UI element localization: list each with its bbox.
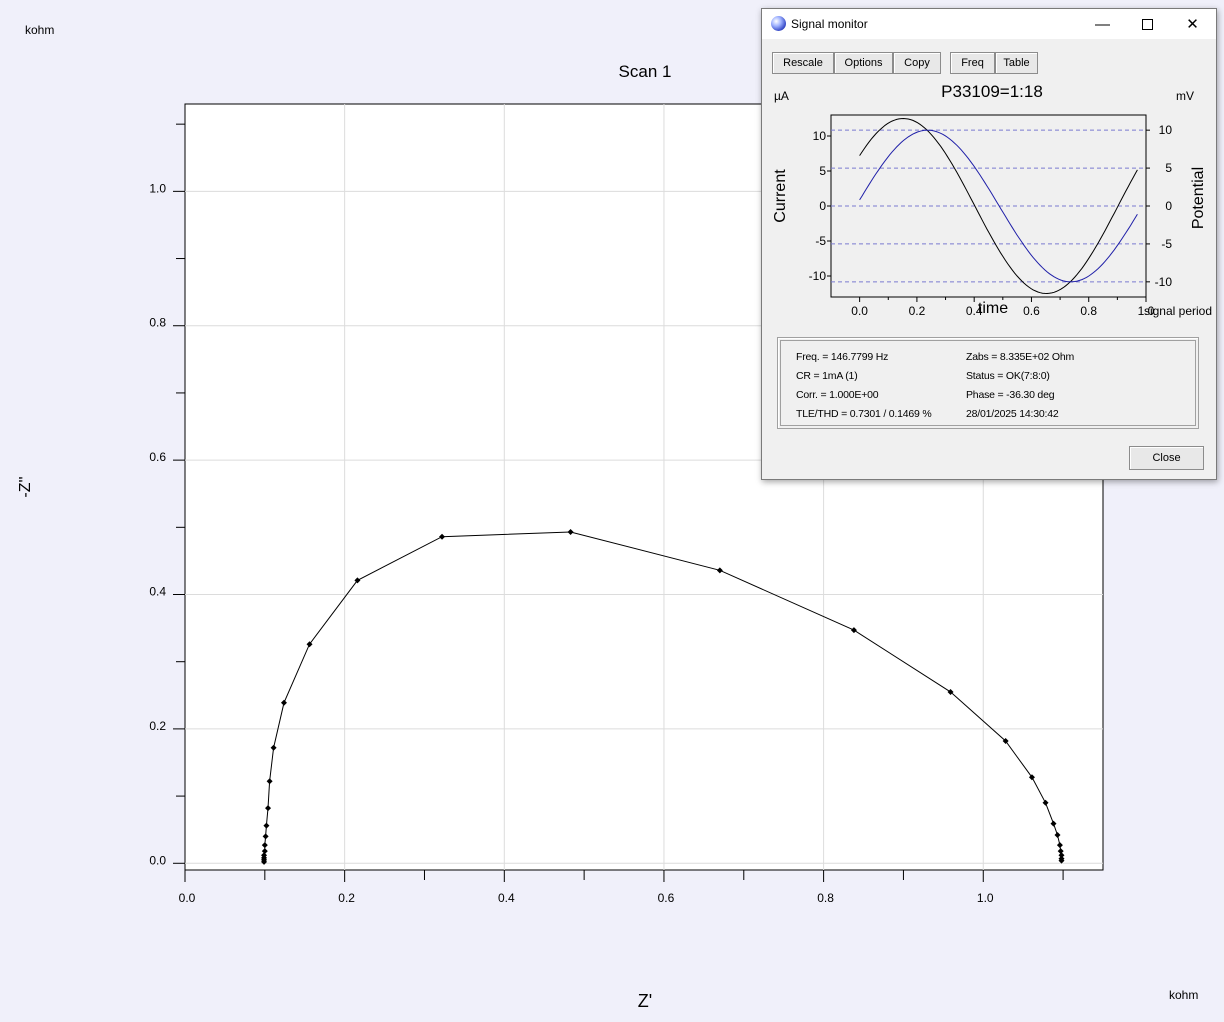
status-readout: Status = OK(7:8:0): [966, 370, 1050, 382]
maximize-button[interactable]: [1125, 9, 1170, 39]
close-icon: ✕: [1186, 16, 1199, 33]
signal-x-tick-label: 0.4: [966, 304, 983, 318]
timestamp-readout: 28/01/2025 14:30:42: [966, 408, 1059, 420]
x-tick-label: 0.0: [179, 891, 196, 905]
maximize-icon: [1142, 18, 1153, 30]
table-button[interactable]: Table: [995, 52, 1038, 74]
y-tick-label: 0.0: [149, 853, 166, 867]
signal-x-tick-label: 0.6: [1023, 304, 1040, 318]
toolbar: Rescale Options Copy Freq Table: [762, 39, 1216, 87]
signal-right-tick-label: -10: [1155, 275, 1173, 289]
corr-readout: Corr. = 1.000E+00: [796, 389, 879, 401]
signal-right-tick-label: 0: [1165, 199, 1172, 213]
x-tick-label: 0.2: [338, 891, 355, 905]
options-button[interactable]: Options: [834, 52, 893, 74]
signal-chart: 0.0 0.2 0.4 0.6 0.8 1.0 10 5 0 -5 -10 10 5 0 -5 -10: [809, 114, 1173, 318]
signal-left-tick-label: 0: [819, 199, 826, 213]
x-tick-label: 0.8: [817, 891, 834, 905]
y-tick-label: 1.0: [149, 181, 166, 195]
phase-readout: Phase = -36.30 deg: [966, 389, 1055, 401]
close-window-button[interactable]: ✕: [1170, 9, 1215, 39]
signal-left-tick-label: -5: [815, 234, 826, 248]
signal-monitor-window[interactable]: Signal monitor — ✕ Rescale Options Copy …: [761, 8, 1217, 480]
x-tick-label: 0.4: [498, 891, 515, 905]
signal-left-tick-label: 5: [819, 164, 826, 178]
minimize-button[interactable]: —: [1080, 9, 1125, 39]
window-title: Signal monitor: [791, 17, 868, 31]
x-tick-label: 0.6: [658, 891, 675, 905]
signal-axes: 0.0 0.2 0.4 0.6 0.8 1.0 10 5 0 -5 -10 10 5 0 -5 -10: [809, 123, 1173, 318]
freq-button[interactable]: Freq: [950, 52, 995, 74]
info-panel: Freq. = 146.7799 Hz CR = 1mA (1) Corr. =…: [777, 337, 1199, 429]
x-tick-label: 1.0: [977, 891, 994, 905]
title-bar[interactable]: Signal monitor — ✕: [762, 9, 1216, 39]
signal-left-tick-label: 10: [813, 129, 827, 143]
y-tick-label: 0.4: [149, 585, 166, 599]
signal-right-tick-label: -5: [1161, 237, 1172, 251]
freq-readout: Freq. = 146.7799 Hz: [796, 351, 889, 363]
cr-readout: CR = 1mA (1): [796, 370, 858, 382]
y-tick-label: 0.6: [149, 450, 166, 464]
minimize-icon: —: [1095, 15, 1110, 33]
tle-thd-readout: TLE/THD = 0.7301 / 0.1469 %: [796, 408, 932, 420]
signal-grid: [831, 129, 1146, 283]
signal-x-tick-label: 0.0: [851, 304, 868, 318]
signal-x-tick-label: 0.8: [1080, 304, 1097, 318]
zabs-readout: Zabs = 8.335E+02 Ohm: [966, 351, 1075, 363]
app-globe-icon: [771, 16, 786, 31]
copy-button[interactable]: Copy: [893, 52, 941, 74]
rescale-button[interactable]: Rescale: [772, 52, 834, 74]
signal-left-tick-label: -10: [809, 269, 827, 283]
signal-x-tick-label: 1.0: [1138, 304, 1155, 318]
signal-x-tick-label: 0.2: [909, 304, 926, 318]
y-tick-label: 0.8: [149, 316, 166, 330]
close-button[interactable]: Close: [1129, 446, 1204, 470]
signal-right-tick-label: 10: [1159, 123, 1173, 137]
y-tick-label: 0.2: [149, 719, 166, 733]
signal-right-tick-label: 5: [1165, 161, 1172, 175]
